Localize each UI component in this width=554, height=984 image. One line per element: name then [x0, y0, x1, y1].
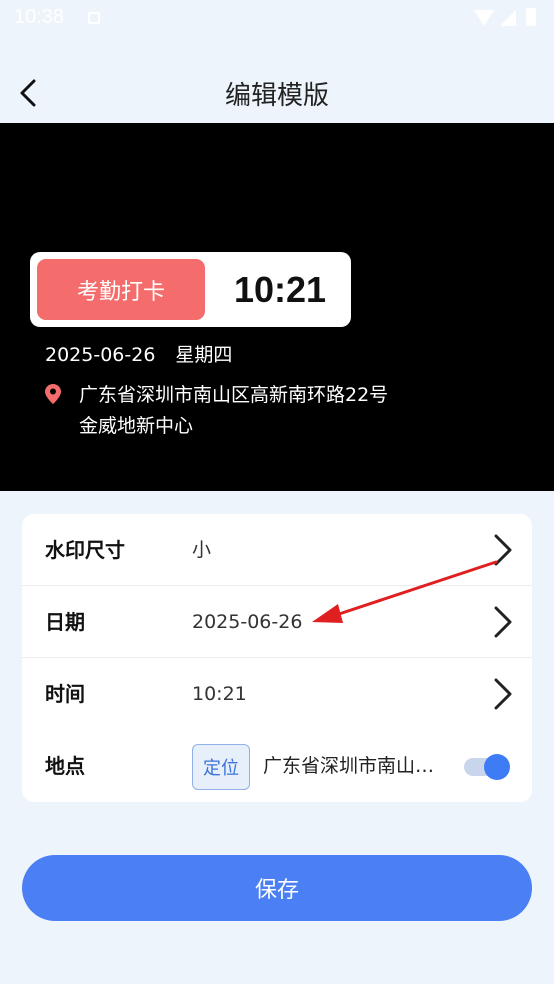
- status-bar: 10:38: [0, 0, 554, 36]
- row-location: 地点 定位 广东省深圳市南山区高新南环路22号: [22, 730, 532, 802]
- watermark-address-line1: 广东省深圳市南山区高新南环路22号: [79, 384, 389, 406]
- watermark-preview: 考勤打卡 10:21 2025-06-26 星期四 广东省深圳市南山区高新南环路2…: [0, 123, 554, 491]
- page-title: 编辑模版: [224, 81, 329, 111]
- row-date[interactable]: 日期 2025-06-26: [22, 586, 532, 658]
- watermark-date: 2025-06-26: [45, 344, 156, 366]
- row-label: 日期: [45, 610, 85, 634]
- watermark-address: 广东省深圳市南山区高新南环路22号 金威地新中心: [79, 380, 439, 442]
- row-value: 小: [192, 539, 212, 561]
- watermark-date-line: 2025-06-26 星期四: [45, 340, 252, 367]
- location-pin-icon: [45, 384, 61, 404]
- watermark-badge: 考勤打卡: [37, 259, 205, 320]
- status-time: 10:38: [14, 6, 65, 28]
- watermark-address-line2: 金威地新中心: [79, 415, 194, 437]
- wifi-icon: [474, 10, 494, 26]
- row-label: 地点: [45, 754, 85, 778]
- location-toggle[interactable]: [464, 754, 510, 780]
- row-time[interactable]: 时间 10:21: [22, 658, 532, 730]
- toggle-knob: [484, 754, 510, 780]
- chevron-right-icon[interactable]: [490, 604, 514, 640]
- save-button[interactable]: 保存: [22, 855, 532, 921]
- row-label: 水印尺寸: [45, 538, 125, 562]
- status-icons: [474, 8, 544, 28]
- chevron-right-icon[interactable]: [490, 676, 514, 712]
- locate-button[interactable]: 定位: [192, 744, 250, 790]
- notification-icon: [88, 12, 100, 24]
- location-address: 广东省深圳市南山区高新南环路22号: [263, 755, 448, 777]
- signal-icon: [500, 10, 516, 26]
- row-label: 时间: [45, 682, 85, 706]
- battery-icon: [526, 8, 536, 26]
- watermark-card: 考勤打卡 10:21: [30, 252, 351, 327]
- header: 编辑模版: [0, 56, 554, 124]
- row-value: 2025-06-26: [192, 611, 303, 633]
- row-watermark-size[interactable]: 水印尺寸 小: [22, 514, 532, 586]
- watermark-time: 10:21: [233, 268, 327, 310]
- row-value: 10:21: [192, 683, 247, 705]
- settings-card: 水印尺寸 小 日期 2025-06-26 时间 10:21 地点 定位 广东省深…: [22, 514, 532, 802]
- chevron-right-icon[interactable]: [490, 532, 514, 568]
- watermark-weekday: 星期四: [175, 344, 233, 366]
